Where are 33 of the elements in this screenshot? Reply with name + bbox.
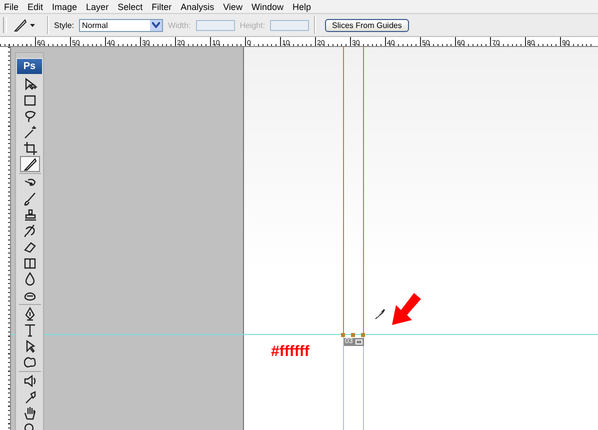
slice-handle[interactable] bbox=[341, 333, 345, 337]
style-label: Style: bbox=[54, 20, 74, 30]
slice-handle[interactable] bbox=[351, 333, 355, 337]
slices-from-guides-button[interactable]: Slices From Guides bbox=[325, 18, 409, 32]
menu-item[interactable]: Layer bbox=[86, 2, 109, 12]
slice-icon bbox=[12, 17, 38, 33]
slice-cursor-icon bbox=[374, 308, 386, 320]
slice-badge-icon bbox=[354, 338, 364, 346]
pointer-arrow bbox=[390, 291, 422, 327]
menu-item[interactable]: Window bbox=[251, 2, 284, 12]
height-label: Height: bbox=[240, 20, 266, 30]
menu-item[interactable]: Analysis bbox=[180, 2, 214, 12]
tool-button[interactable] bbox=[20, 156, 40, 172]
width-label: Width: bbox=[168, 20, 191, 30]
crop-icon bbox=[22, 140, 38, 156]
slice-handle[interactable] bbox=[361, 333, 365, 337]
hand-icon bbox=[22, 405, 38, 421]
style-dropdown[interactable]: Normal bbox=[79, 18, 164, 32]
menu-item[interactable]: Edit bbox=[28, 2, 44, 12]
menu-item[interactable]: File bbox=[4, 2, 19, 12]
menu-item[interactable]: Image bbox=[52, 2, 78, 12]
caret-icon bbox=[152, 22, 160, 28]
brush-icon bbox=[22, 191, 38, 207]
speaker-icon bbox=[22, 373, 38, 389]
shape-icon bbox=[22, 354, 38, 370]
color-annotation: #ffffff bbox=[271, 343, 310, 360]
app-logo: Ps bbox=[17, 59, 42, 74]
menu-item[interactable]: Help bbox=[292, 2, 311, 12]
menu-item[interactable]: Select bbox=[118, 2, 143, 12]
slice-icon bbox=[22, 156, 38, 172]
menu-item[interactable]: View bbox=[223, 2, 242, 12]
menu-item[interactable]: Filter bbox=[152, 2, 172, 12]
history-brush-icon bbox=[22, 223, 38, 239]
